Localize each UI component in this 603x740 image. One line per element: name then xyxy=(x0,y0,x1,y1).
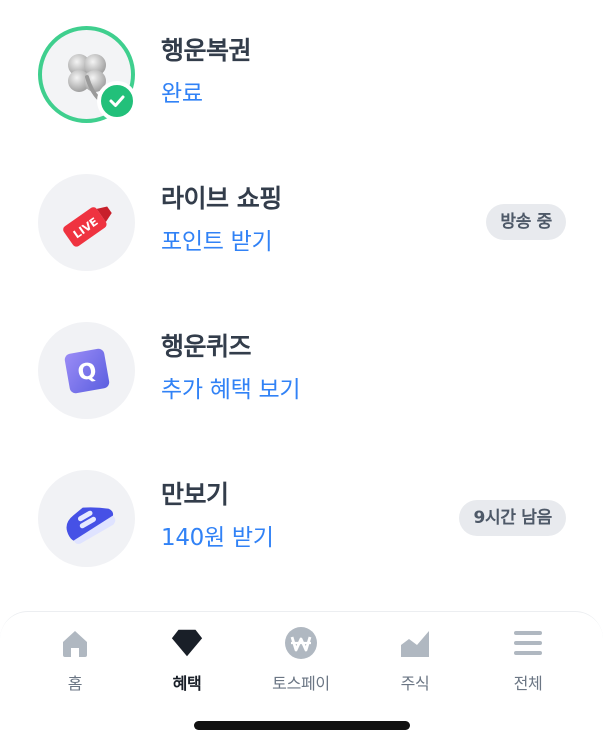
live-texts: 라이브 쇼핑 포인트 받기 xyxy=(161,184,282,256)
home-icon xyxy=(58,626,92,660)
pedometer-texts: 만보기 140원 받기 xyxy=(161,480,274,552)
tab-label: 토스페이 xyxy=(272,674,330,693)
status-badge: 방송 중 xyxy=(486,204,566,240)
gem-icon xyxy=(170,626,204,660)
benefit-item-live-shopping[interactable]: LIVE 라이브 쇼핑 포인트 받기 방송 중 xyxy=(0,168,603,278)
tab-tosspay[interactable]: 토스페이 xyxy=(246,626,356,706)
home-indicator[interactable] xyxy=(194,721,410,730)
stock-chart-icon xyxy=(398,626,432,660)
benefits-screen: 행운복권 완료 LIVE 라이브 쇼핑 포인트 받기 방송 중 Q 행운퀴즈 추… xyxy=(0,0,603,740)
sneaker-icon xyxy=(66,506,115,544)
tab-label: 주식 xyxy=(400,674,430,693)
live-tag-icon: LIVE xyxy=(62,205,112,247)
item-subtitle[interactable]: 140원 받기 xyxy=(161,524,274,552)
won-coin-icon xyxy=(284,626,318,660)
live-icon-frame: LIVE xyxy=(38,174,135,271)
benefit-item-lottery[interactable]: 행운복권 완료 xyxy=(0,20,603,130)
tab-stocks[interactable]: 주식 xyxy=(360,626,470,706)
benefit-item-pedometer[interactable]: 만보기 140원 받기 9시간 남음 xyxy=(0,464,603,574)
item-title: 만보기 xyxy=(161,480,229,509)
lottery-icon-frame xyxy=(38,26,137,123)
tab-label: 홈 xyxy=(67,674,83,693)
lottery-texts: 행운복권 완료 xyxy=(161,36,252,108)
tab-label: 혜택 xyxy=(172,674,202,693)
item-subtitle[interactable]: 완료 xyxy=(161,80,251,108)
check-icon xyxy=(97,81,137,121)
quiz-block-icon: Q xyxy=(64,348,109,393)
status-badge: 9시간 남음 xyxy=(459,500,566,536)
item-title: 행운퀴즈 xyxy=(161,332,252,361)
tab-benefits[interactable]: 혜택 xyxy=(132,626,242,706)
menu-icon xyxy=(511,626,545,660)
item-title: 행운복권 xyxy=(161,36,252,65)
tab-label: 전체 xyxy=(513,674,543,693)
tab-home[interactable]: 홈 xyxy=(20,626,130,706)
pedometer-icon-frame xyxy=(38,470,135,567)
benefit-item-quiz[interactable]: Q 행운퀴즈 추가 혜택 보기 xyxy=(0,316,603,426)
quiz-icon-frame: Q xyxy=(38,322,135,419)
item-subtitle[interactable]: 추가 혜택 보기 xyxy=(161,376,300,404)
item-subtitle[interactable]: 포인트 받기 xyxy=(161,228,282,256)
quiz-texts: 행운퀴즈 추가 혜택 보기 xyxy=(161,332,300,404)
tab-all[interactable]: 전체 xyxy=(473,626,583,706)
item-title: 라이브 쇼핑 xyxy=(161,184,282,213)
